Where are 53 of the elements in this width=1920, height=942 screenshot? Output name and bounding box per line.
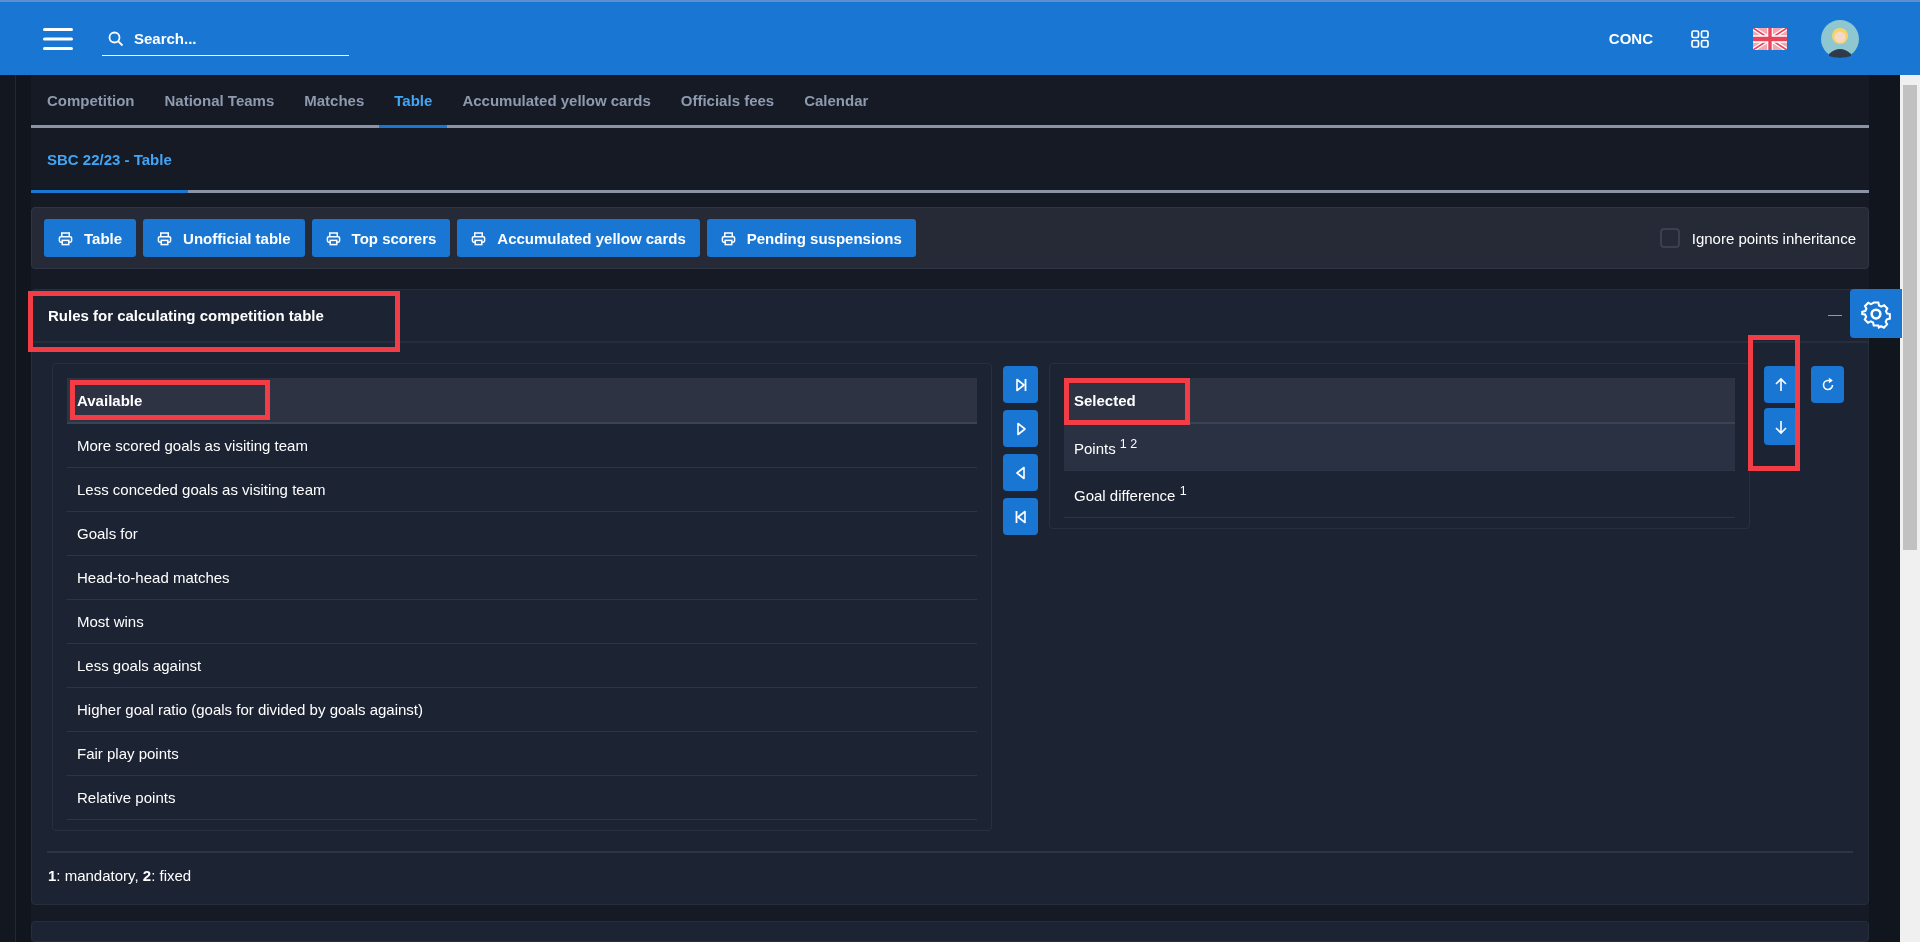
list-item[interactable]: Less conceded goals as visiting team [67,468,977,512]
printer-icon [471,230,487,246]
uk-flag-icon[interactable] [1753,27,1787,50]
list-item[interactable]: Goals for [67,512,977,556]
search-field[interactable]: Search... [102,21,349,56]
list-item[interactable]: Points $^{1 2}$ [1064,424,1735,471]
list-item[interactable]: Goal difference $^{1}$ [1064,471,1735,518]
list-item[interactable]: Head-to-head matches [67,556,977,600]
arrow-down-icon [1772,418,1789,435]
minimize-icon[interactable] [1828,314,1842,317]
list-item[interactable]: More scored goals as visiting team [67,424,977,468]
print-button[interactable]: Top scorers [311,219,451,257]
list-heading: Available [77,391,143,409]
list-item[interactable]: Relative points [67,776,977,820]
tab[interactable]: SBC 22/23 - Table [31,128,188,193]
list-item[interactable]: Higher goal ratio (goals for divided by goals against) [67,688,977,732]
tab[interactable]: Accumulated yellow cards [447,75,666,128]
list-heading: Selected [1074,391,1136,409]
list-item[interactable]: Most wins [67,600,977,644]
move-down-button[interactable] [1764,408,1797,445]
list-item[interactable]: Less goals against [67,644,977,688]
print-button[interactable]: Table [44,219,137,257]
tab[interactable]: Officials fees [665,75,790,128]
tab[interactable]: Competition [31,75,150,128]
avatar-icon[interactable] [1821,19,1859,58]
menu-icon[interactable] [43,27,73,50]
move-all-left-button[interactable] [1003,498,1038,535]
reset-button[interactable] [1811,366,1844,403]
tab[interactable]: Table [379,75,448,128]
move-left-button[interactable] [1003,454,1038,491]
printer-icon [720,230,736,246]
organization-code[interactable]: CONC [1608,30,1653,47]
apps-grid-icon[interactable] [1691,29,1709,48]
checkbox[interactable] [1659,228,1680,248]
move-right-button[interactable] [1003,410,1038,447]
list-item[interactable]: Fair play points [67,732,977,776]
footnote: 1: mandatory, 2: fixed [48,867,192,884]
settings-button[interactable] [1850,289,1902,338]
checkbox-label: Ignore points inheritance [1691,229,1856,247]
move-up-button[interactable] [1764,366,1797,403]
tab[interactable]: Matches [289,75,380,128]
print-button[interactable]: Accumulated yellow cards [457,219,700,257]
panel-title: Rules for calculating competition table [48,307,325,324]
print-button[interactable]: Unofficial table [143,219,305,257]
printer-icon [325,230,341,246]
scrollbar[interactable] [1900,75,1920,942]
move-all-right-button[interactable] [1003,366,1038,403]
printer-icon [157,230,173,246]
printer-icon [58,230,73,246]
tab[interactable]: National Teams [149,75,290,128]
print-button[interactable]: Pending suspensions [706,219,916,257]
search-icon [108,30,124,47]
tab[interactable]: Calendar [789,75,884,128]
